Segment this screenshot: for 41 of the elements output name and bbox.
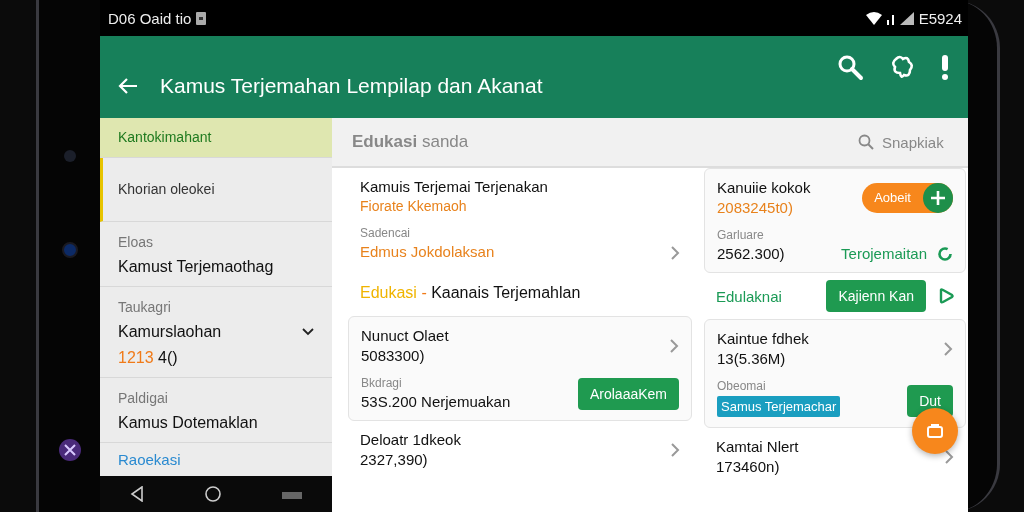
list-card[interactable]: Nunuct Olaet 5083300) Bkdragi 53S.200 Nerjemuakan ArolaaaKem — [348, 316, 692, 421]
status-text: D06 Oaid tio — [108, 9, 192, 27]
list-card[interactable]: Kaintue fdhek 13(5.36M) Obeomai Samus Terjemachar Dut — [704, 319, 966, 428]
sidebar-item[interactable]: Kamus Dotemaklan — [118, 414, 258, 432]
item-number: 2083245t0) — [717, 199, 794, 216]
field-caption: Sadencai — [360, 226, 412, 240]
section-caption: Eloas — [118, 234, 155, 250]
field-value: 53S.200 Nerjemuakan — [361, 393, 512, 410]
item-title: Nunuct Olaet — [361, 327, 450, 344]
action-button[interactable]: Kajienn Kan — [826, 280, 926, 312]
item-title: Kamtai Nlert — [716, 438, 800, 455]
field-caption: Obeomai — [717, 379, 767, 393]
action-button[interactable]: ArolaaaKem — [577, 378, 679, 410]
section-title: Edukasi sanda — [352, 132, 469, 152]
item-number: 13(5.36M) — [717, 350, 787, 367]
field-caption: Bkdragi — [361, 376, 403, 390]
field-caption: Garluare — [717, 228, 765, 242]
item-title: Deloatr 1dkeok — [360, 431, 462, 448]
field-value: Edmus Jokdolaksan — [360, 243, 496, 260]
section-heading: Edukasi - Kaanais Terjemahlan — [360, 284, 581, 302]
section-heading: Edulaknai — [716, 287, 783, 305]
section-caption: Paldigai — [118, 390, 169, 406]
item-title: Kanuiie kokok — [717, 179, 812, 196]
field-value: 2562.300) — [717, 245, 786, 262]
item-number: 173460n) — [716, 458, 781, 475]
item-title: Kamuis Terjemai Terjenakan — [360, 178, 549, 195]
sidebar-item[interactable]: Kantokimahant — [100, 118, 332, 158]
item-number: 2327,390) — [360, 451, 429, 468]
tag: Samus Terjemachar — [717, 396, 841, 417]
item-title: Kaintue fdhek — [717, 330, 810, 347]
list-card[interactable]: Kanuiie kokok 2083245t0) Aobeit Garluare 2562.300) Terojemaitan — [704, 168, 966, 273]
item-subtitle: Fiorate Kkemaoh — [360, 198, 468, 214]
sidebar-item[interactable]: Kamurslaohan — [118, 323, 222, 341]
item-number: 5083300) — [361, 347, 426, 364]
item-count: 1213 4() — [118, 349, 179, 367]
section-caption: Taukagri — [118, 299, 172, 315]
status-text: E5924 — [918, 9, 962, 27]
app-title: Kamus Terjemahan Lempilap dan Akanat — [160, 74, 544, 98]
sidebar-item[interactable]: Kamust Terjemaothag — [118, 258, 274, 276]
translate-link[interactable]: Terojemaitan — [841, 245, 927, 262]
search-field[interactable]: Snapkiak — [858, 132, 952, 152]
